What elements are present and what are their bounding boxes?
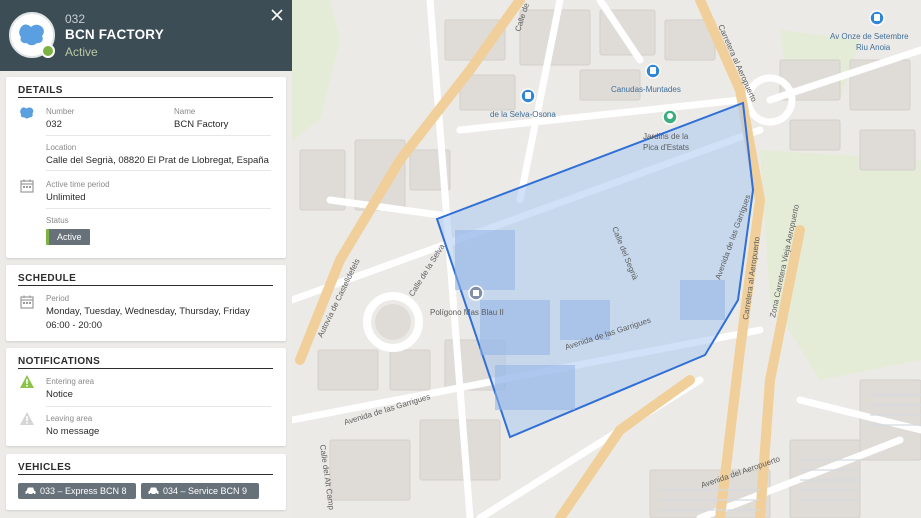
place-label-jardins-1: Jardins de la bbox=[643, 132, 689, 141]
entering-value: Notice bbox=[46, 389, 73, 400]
zone-shape-icon bbox=[20, 107, 34, 119]
notifications-rule bbox=[18, 368, 273, 369]
bus-stop-icon[interactable] bbox=[520, 88, 536, 104]
schedule-title: SCHEDULE bbox=[18, 273, 77, 284]
period-value: Unlimited bbox=[46, 192, 86, 203]
entering-label: Entering area bbox=[46, 377, 95, 386]
period-label: Active time period bbox=[46, 180, 110, 189]
notifications-title: NOTIFICATIONS bbox=[18, 356, 101, 367]
vehicle-chip-033[interactable]: 033 – Express BCN 8 bbox=[18, 483, 136, 499]
vehicle-chip-label: 033 – Express BCN 8 bbox=[40, 486, 127, 496]
details-divider bbox=[46, 208, 271, 209]
name-label: Name bbox=[174, 107, 196, 116]
details-card: DETAILS Number 032 Name BCN Factory Loca… bbox=[6, 77, 286, 258]
bus-stop-icon[interactable] bbox=[645, 63, 661, 79]
schedule-card: SCHEDULE Period Monday, Tuesday, Wednesd… bbox=[6, 265, 286, 341]
place-label-canudas: Canudas-Muntades bbox=[611, 85, 681, 94]
bus-stop-icon[interactable] bbox=[869, 10, 885, 26]
location-label: Location bbox=[46, 143, 77, 152]
vehicle-chip-034[interactable]: 034 – Service BCN 9 bbox=[141, 483, 259, 499]
warning-icon bbox=[20, 375, 34, 388]
vehicles-card: VEHICLES 033 – Express BCN 8 034 – Servi… bbox=[6, 454, 286, 510]
details-title: DETAILS bbox=[18, 85, 63, 96]
place-label-onze-1: Av Onze de Setembre bbox=[830, 32, 909, 41]
close-button[interactable] bbox=[268, 6, 286, 24]
name-value: BCN Factory bbox=[174, 119, 229, 130]
vehicle-chip-label: 034 – Service BCN 9 bbox=[163, 486, 248, 496]
status-badge: Active bbox=[46, 229, 90, 245]
vehicles-title: VEHICLES bbox=[18, 462, 72, 473]
building-icon[interactable] bbox=[468, 285, 484, 301]
zone-shape-icon bbox=[19, 24, 44, 46]
close-icon bbox=[271, 9, 283, 21]
zone-title: BCN FACTORY bbox=[65, 27, 164, 42]
details-divider bbox=[46, 135, 271, 136]
place-label-poligono: Polígono Mas Blau II bbox=[430, 308, 504, 317]
details-rule bbox=[18, 97, 273, 98]
car-icon bbox=[25, 487, 36, 495]
number-label: Number bbox=[46, 107, 75, 116]
car-icon bbox=[148, 487, 159, 495]
calendar-icon bbox=[20, 179, 34, 193]
park-icon[interactable] bbox=[662, 109, 678, 125]
leaving-label: Leaving area bbox=[46, 414, 93, 423]
zone-details-panel: 032 BCN FACTORY Active DETAILS Number 03… bbox=[0, 0, 292, 518]
location-value: Calle del Segrià, 08820 El Prat de Llobr… bbox=[46, 155, 269, 166]
schedule-period-label: Period bbox=[46, 294, 70, 303]
schedule-days: Monday, Tuesday, Wednesday, Thursday, Fr… bbox=[46, 306, 250, 317]
leaving-value: No message bbox=[46, 426, 100, 437]
zone-number: 032 bbox=[65, 12, 86, 26]
calendar-icon bbox=[20, 295, 34, 309]
number-value: 032 bbox=[46, 119, 62, 130]
details-divider bbox=[46, 170, 271, 171]
place-label-onze-2: Riu Anoia bbox=[856, 43, 891, 52]
place-label-selva-osona: de la Selva-Osona bbox=[490, 110, 556, 119]
schedule-rule bbox=[18, 285, 273, 286]
zone-status: Active bbox=[65, 45, 98, 59]
place-label-jardins-2: Pica d'Estats bbox=[643, 143, 689, 152]
schedule-hours: 06:00 - 20:00 bbox=[46, 320, 102, 331]
map-roundabout-selva-center bbox=[375, 304, 411, 340]
panel-header: 032 BCN FACTORY Active bbox=[0, 0, 292, 71]
notifications-divider bbox=[46, 406, 271, 407]
status-dot bbox=[41, 44, 55, 58]
vehicles-rule bbox=[18, 474, 273, 475]
warning-icon bbox=[20, 412, 34, 425]
status-label: Status bbox=[46, 216, 69, 225]
notifications-card: NOTIFICATIONS Entering area Notice Leavi… bbox=[6, 348, 286, 446]
